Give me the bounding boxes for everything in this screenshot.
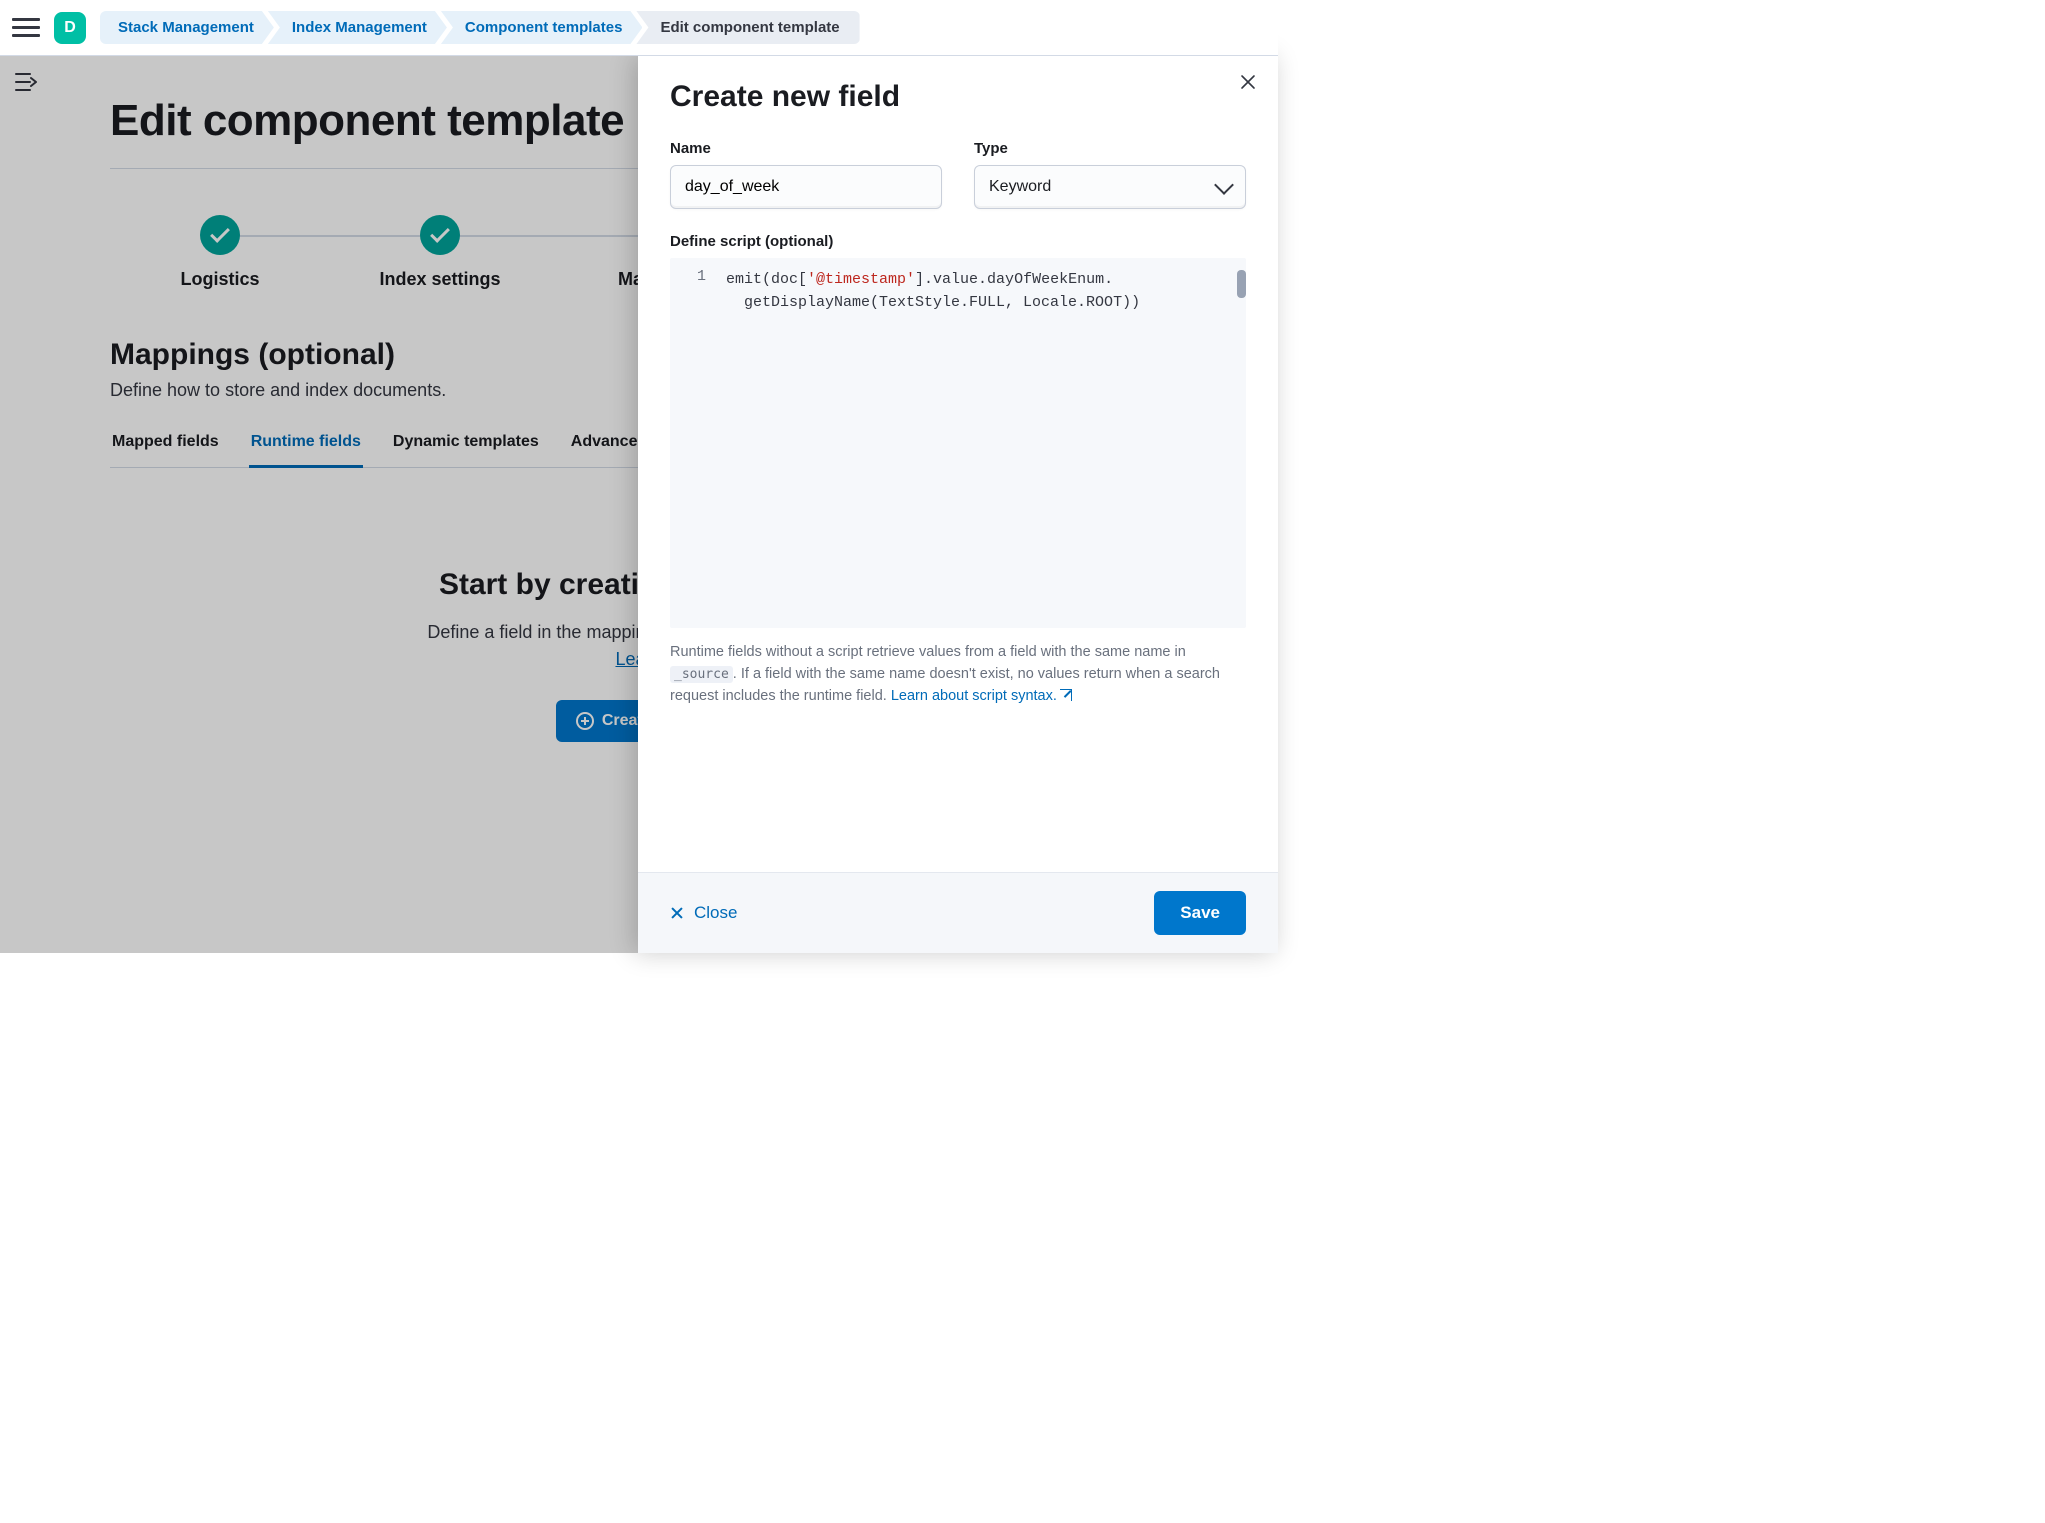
top-bar: D Stack Management Index Management Comp…: [0, 0, 1278, 56]
close-icon: [670, 906, 684, 920]
script-help-text: Runtime fields without a script retrieve…: [670, 642, 1246, 707]
breadcrumb-stack-management[interactable]: Stack Management: [100, 11, 274, 44]
type-select[interactable]: Keyword: [974, 165, 1246, 209]
script-syntax-link[interactable]: Learn about script syntax.: [891, 688, 1072, 704]
script-label: Define script (optional): [670, 233, 1246, 250]
breadcrumb-component-templates[interactable]: Component templates: [441, 11, 643, 44]
script-editor[interactable]: 1 emit(doc['@timestamp'].value.dayOfWeek…: [670, 258, 1246, 628]
line-number: 1: [670, 258, 718, 628]
close-button[interactable]: Close: [670, 903, 737, 923]
external-link-icon: [1060, 689, 1072, 701]
close-label: Close: [694, 903, 737, 923]
breadcrumb-current: Edit component template: [636, 11, 859, 44]
scrollbar[interactable]: [1237, 270, 1246, 298]
breadcrumb-index-management[interactable]: Index Management: [268, 11, 447, 44]
breadcrumb: Stack Management Index Management Compon…: [100, 11, 860, 44]
close-icon[interactable]: [1240, 74, 1256, 95]
create-field-flyout: Create new field Name Type Keyword Defin…: [638, 56, 1278, 953]
type-label: Type: [974, 140, 1246, 157]
space-avatar[interactable]: D: [54, 12, 86, 44]
name-label: Name: [670, 140, 942, 157]
chevron-down-icon: [1214, 175, 1234, 195]
menu-icon[interactable]: [12, 14, 40, 42]
type-value: Keyword: [989, 178, 1051, 196]
name-input[interactable]: [670, 165, 942, 209]
script-code[interactable]: emit(doc['@timestamp'].value.dayOfWeekEn…: [718, 258, 1246, 628]
name-input-field[interactable]: [685, 178, 927, 196]
save-button[interactable]: Save: [1154, 891, 1246, 935]
flyout-footer: Close Save: [638, 872, 1278, 953]
flyout-title: Create new field: [670, 80, 1246, 114]
